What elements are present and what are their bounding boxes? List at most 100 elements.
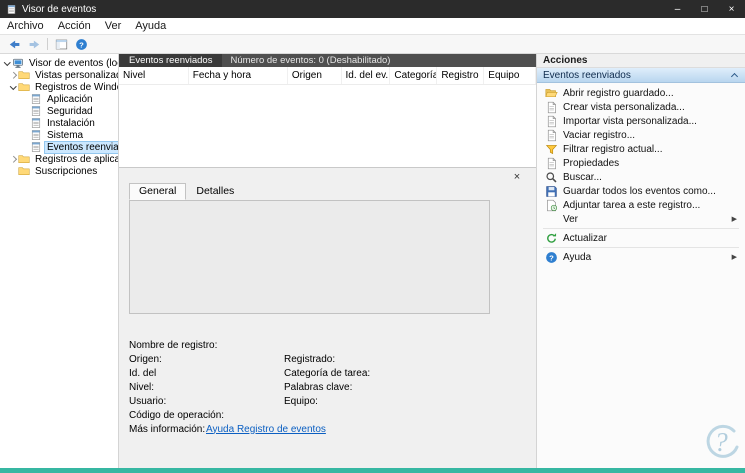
forward-arrow-icon: [28, 38, 41, 51]
action-ver[interactable]: Ver: [537, 212, 745, 226]
chevron-right-icon[interactable]: [8, 154, 18, 164]
preview-pane: × General Detalles Nombre de registro: O…: [119, 167, 536, 468]
action-vaciar-registro[interactable]: Vaciar registro...: [537, 128, 745, 142]
chevron-placeholder: [8, 166, 18, 176]
tree-item-label: Instalación: [45, 118, 97, 129]
event-description-box: [129, 200, 490, 314]
table-header: Nivel Fecha y hora Origen Id. del ev... …: [119, 67, 536, 85]
close-preview-button[interactable]: ×: [510, 171, 524, 184]
menubar: Archivo Acción Ver Ayuda: [0, 18, 745, 35]
more-info-label: Más información:: [129, 424, 206, 435]
tree-item-label: Suscripciones: [33, 166, 99, 177]
tree-item-sistema[interactable]: Sistema: [0, 129, 118, 141]
toolbar: [0, 35, 745, 54]
show-console-tree-button[interactable]: [51, 36, 71, 52]
menu-ayuda[interactable]: Ayuda: [128, 18, 173, 34]
help-icon: [75, 38, 88, 51]
back-button[interactable]: [4, 36, 24, 52]
tree-item-vistas-personalizadas[interactable]: Vistas personalizadas: [0, 69, 118, 81]
column-header-categoria[interactable]: Categoría...: [390, 67, 437, 84]
help-icon: [545, 251, 558, 264]
close-button[interactable]: ×: [718, 0, 745, 18]
event-id-label: Id. del: [129, 368, 284, 379]
chevron-placeholder: [20, 142, 30, 152]
chevron-placeholder: [20, 106, 30, 116]
menu-ver[interactable]: Ver: [98, 18, 129, 34]
column-header-registro[interactable]: Registro: [437, 67, 484, 84]
tree-item-instalacion[interactable]: Instalación: [0, 117, 118, 129]
main-area: Visor de eventos (local) Vistas personal…: [0, 54, 745, 468]
logged-label: Registrado:: [284, 354, 528, 365]
tree-item-aplicacion[interactable]: Aplicación: [0, 93, 118, 105]
action-propiedades[interactable]: Propiedades: [537, 156, 745, 170]
action-importar-vista-personalizada[interactable]: Importar vista personalizada...: [537, 114, 745, 128]
column-header-equipo[interactable]: Equipo: [484, 67, 536, 84]
action-label: Abrir registro guardado...: [563, 88, 674, 99]
chevron-up-icon[interactable]: [730, 71, 739, 80]
level-label: Nivel:: [129, 382, 284, 393]
action-guardar-todos-los-eventos[interactable]: Guardar todos los eventos como...: [537, 184, 745, 198]
source-label: Origen:: [129, 354, 284, 365]
chevron-down-icon[interactable]: [8, 82, 18, 92]
forward-button[interactable]: [24, 36, 44, 52]
maximize-button[interactable]: □: [691, 0, 718, 18]
minimize-button[interactable]: –: [664, 0, 691, 18]
event-log-help-link[interactable]: Ayuda Registro de eventos: [206, 424, 326, 435]
action-buscar[interactable]: Buscar...: [537, 170, 745, 184]
clear-log-icon: [545, 129, 558, 142]
action-label: Ver: [563, 214, 578, 225]
tree-item-label: Registros de Windows: [33, 82, 118, 93]
column-header-origen[interactable]: Origen: [288, 67, 342, 84]
action-crear-vista-personalizada[interactable]: Crear vista personalizada...: [537, 100, 745, 114]
tree-item-eventos-reenviados[interactable]: Eventos reenviados: [0, 141, 118, 153]
field-row: Usuario: Equipo:: [129, 394, 528, 408]
event-log-icon: [30, 105, 42, 117]
preview-tabs: General Detalles: [127, 184, 528, 200]
menu-accion[interactable]: Acción: [51, 18, 98, 34]
tree-item-registros-de-aplicaciones[interactable]: Registros de aplicaciones y s: [0, 153, 118, 165]
chevron-down-icon[interactable]: [2, 58, 12, 68]
keywords-label: Palabras clave:: [284, 382, 528, 393]
action-adjuntar-tarea[interactable]: Adjuntar tarea a este registro...: [537, 198, 745, 212]
chevron-right-icon[interactable]: [8, 70, 18, 80]
column-header-nivel[interactable]: Nivel: [119, 67, 189, 84]
menu-archivo[interactable]: Archivo: [0, 18, 51, 34]
action-actualizar[interactable]: Actualizar: [537, 231, 745, 245]
action-label: Filtrar registro actual...: [563, 144, 662, 155]
help-button[interactable]: [71, 36, 91, 52]
titlebar: Visor de eventos – □ ×: [0, 0, 745, 18]
tree-item-label: Aplicación: [45, 94, 95, 105]
action-label: Guardar todos los eventos como...: [563, 186, 716, 197]
action-abrir-registro-guardado[interactable]: Abrir registro guardado...: [537, 86, 745, 100]
chevron-placeholder: [20, 94, 30, 104]
back-arrow-icon: [8, 38, 21, 51]
tree-item-visor-de-eventos[interactable]: Visor de eventos (local): [0, 57, 118, 69]
action-filtrar-registro-actual[interactable]: Filtrar registro actual...: [537, 142, 745, 156]
tree-item-label: Visor de eventos (local): [27, 58, 118, 69]
field-row: Código de operación:: [129, 408, 528, 422]
column-header-fecha-y-hora[interactable]: Fecha y hora: [189, 67, 288, 84]
window-title: Visor de eventos: [22, 4, 96, 15]
tree-item-label: Seguridad: [45, 106, 95, 117]
tree-item-seguridad[interactable]: Seguridad: [0, 105, 118, 117]
tab-general[interactable]: General: [129, 183, 186, 200]
field-row: Nombre de registro:: [129, 338, 528, 352]
actions-section-eventos-reenviados[interactable]: Eventos reenviados: [537, 68, 745, 83]
task-category-label: Categoría de tarea:: [284, 368, 528, 379]
event-log-icon: [30, 141, 42, 153]
opcode-label: Código de operación:: [129, 410, 284, 421]
tab-detalles[interactable]: Detalles: [186, 183, 244, 200]
event-log-icon: [30, 129, 42, 141]
event-list-empty-area: [119, 85, 536, 167]
tree-item-suscripciones[interactable]: Suscripciones: [0, 165, 118, 177]
chevron-placeholder: [20, 130, 30, 140]
field-row: Id. del Categoría de tarea:: [129, 366, 528, 380]
tree-item-registros-de-windows[interactable]: Registros de Windows: [0, 81, 118, 93]
actions-pane: Acciones Eventos reenviados Abrir regist…: [537, 54, 745, 468]
refresh-icon: [545, 232, 558, 245]
column-header-id-evento[interactable]: Id. del ev...: [342, 67, 391, 84]
action-ayuda[interactable]: Ayuda: [537, 250, 745, 264]
toolbar-separator: [47, 38, 48, 50]
bottom-strip: [0, 468, 745, 473]
folder-icon: [18, 153, 30, 165]
